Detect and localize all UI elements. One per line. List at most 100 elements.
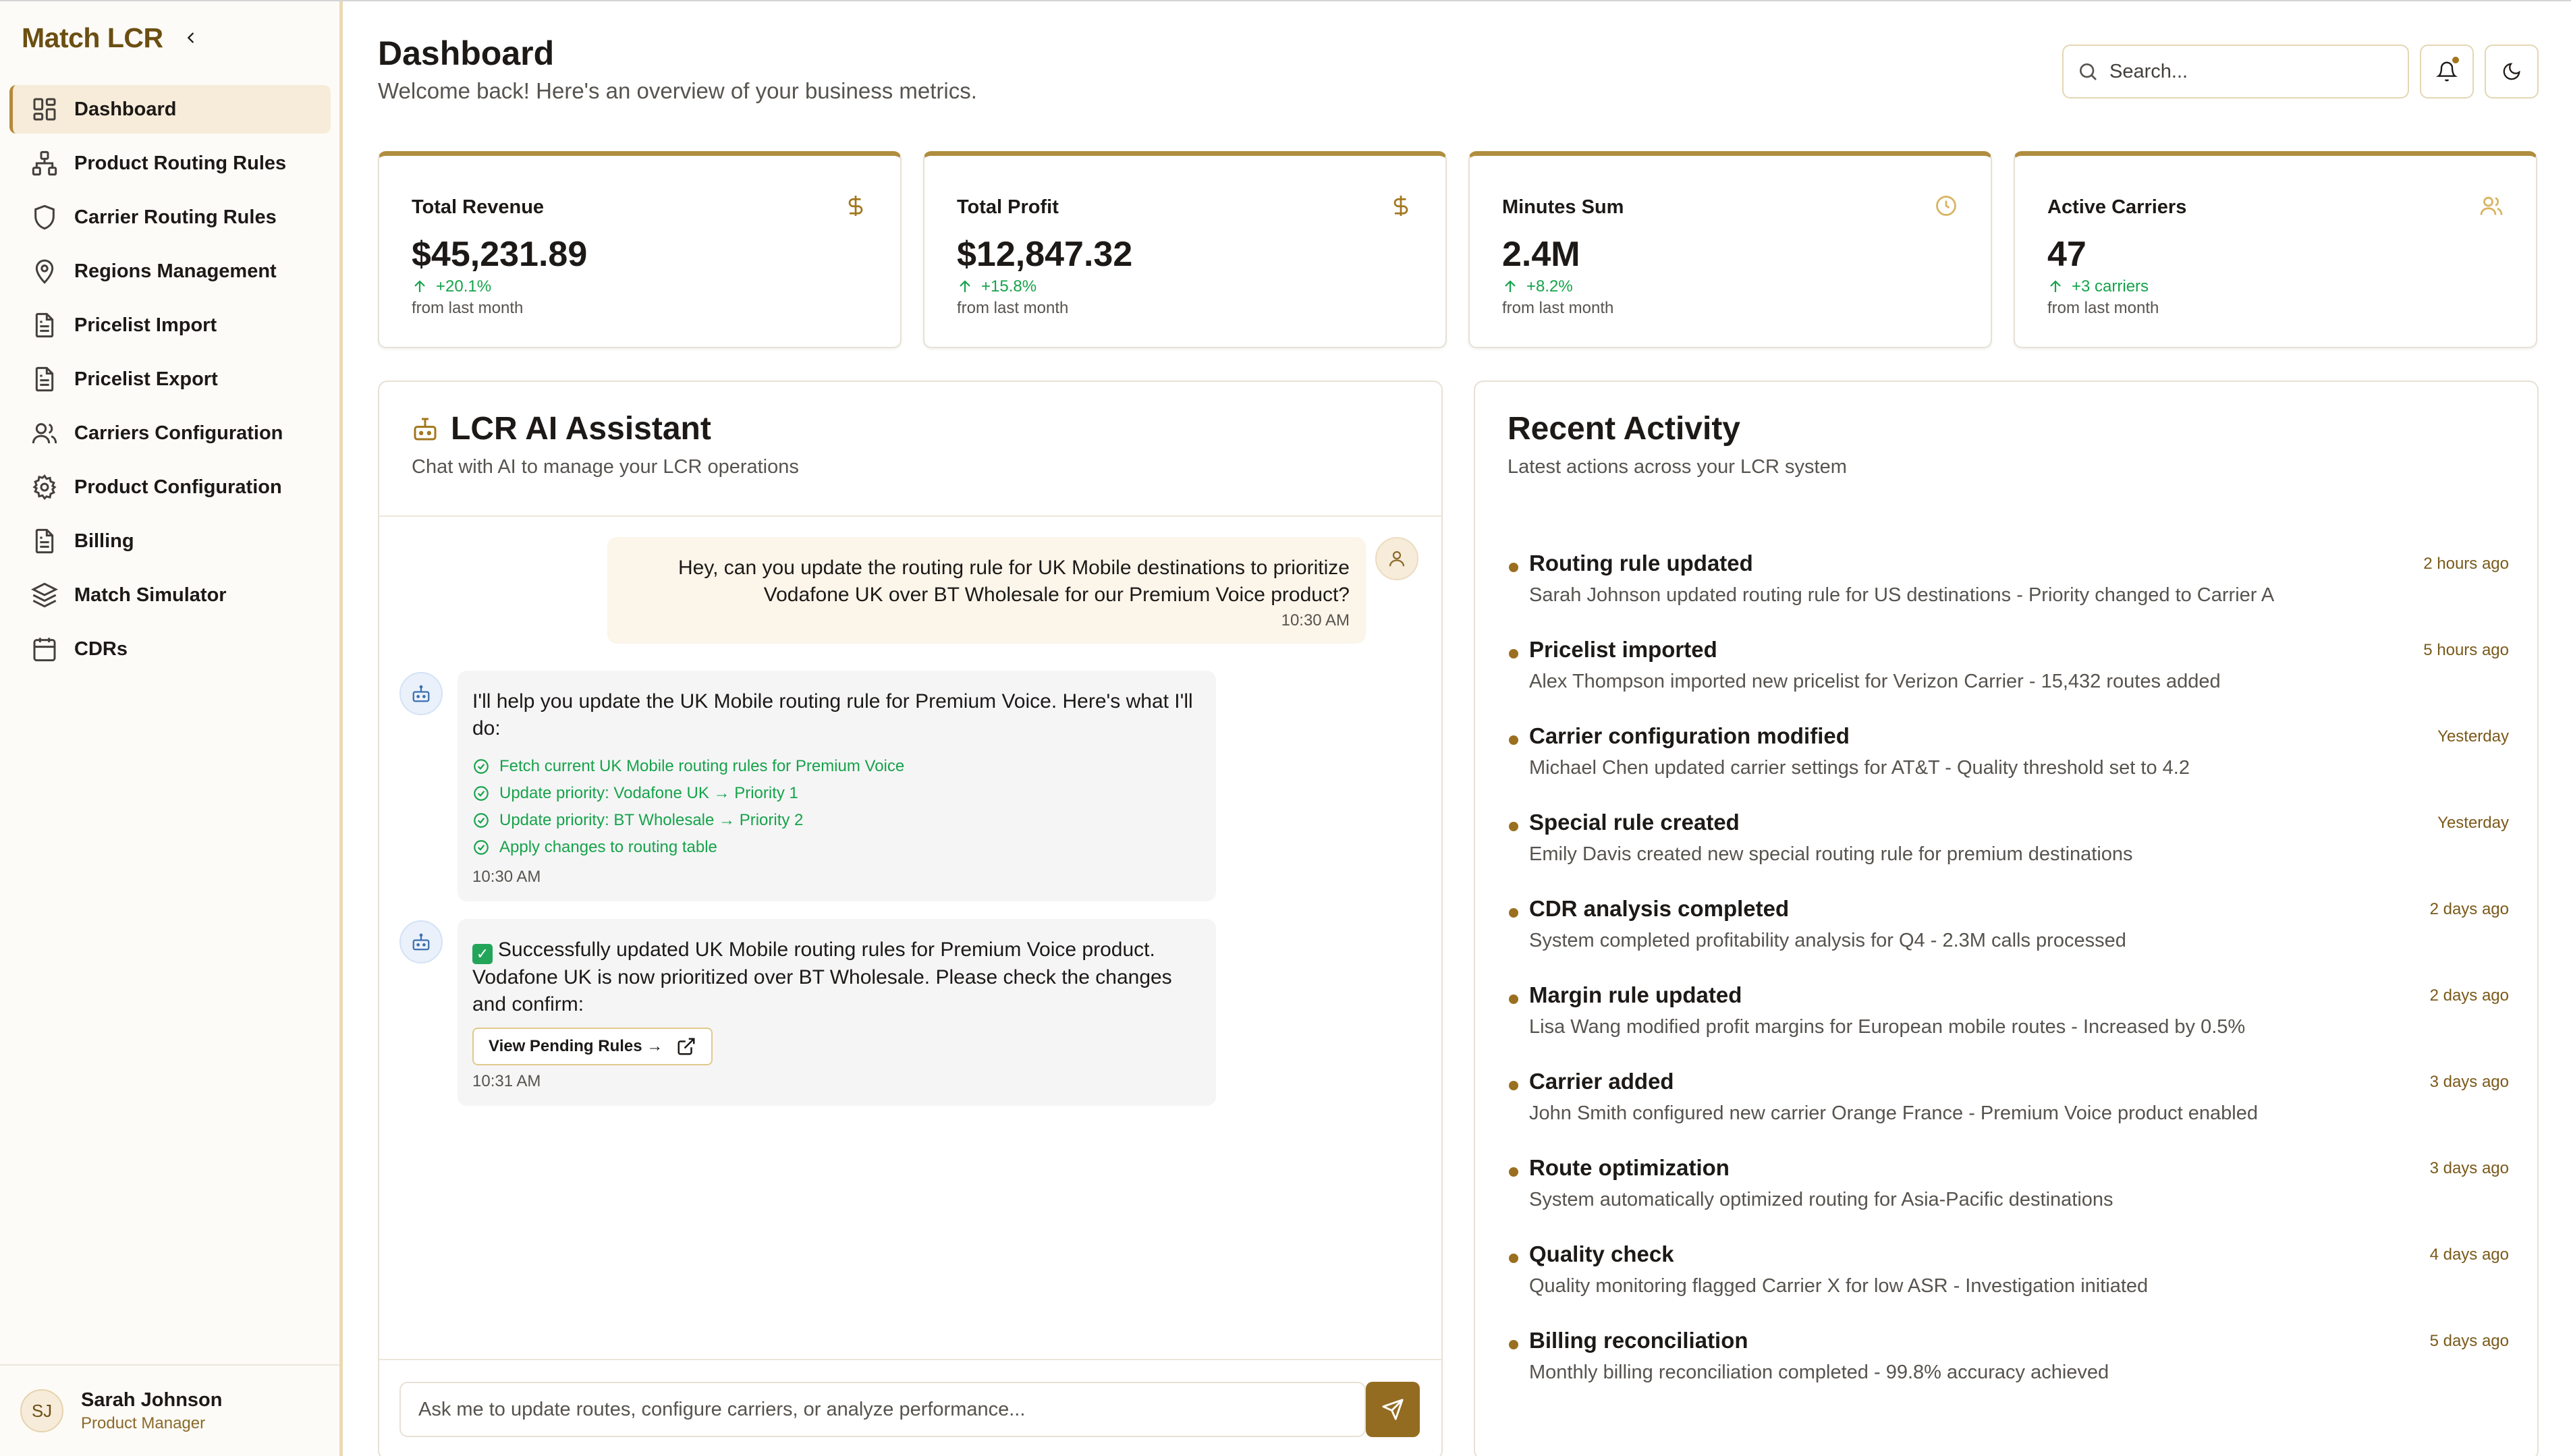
activity-item: Special rule created Emily Davis created… xyxy=(1508,810,2509,896)
user-profile[interactable]: SJ Sarah Johnson Product Manager xyxy=(0,1364,339,1456)
activity-time: Yesterday xyxy=(2437,814,2509,832)
sidebar-item-billing[interactable]: Billing xyxy=(9,517,331,565)
activity-time: 2 days ago xyxy=(2429,900,2509,918)
stat-card-total-profit: Total Profit $12,847.32 +15.8% from last… xyxy=(923,151,1447,348)
activity-list: Routing rule updated Sarah Johnson updat… xyxy=(1508,551,2509,1414)
stat-label: Total Revenue xyxy=(412,196,545,218)
chat-input[interactable] xyxy=(399,1382,1366,1437)
stat-label: Active Carriers xyxy=(2047,196,2187,218)
sidebar-item-label: Pricelist Import xyxy=(74,314,217,336)
activity-item: CDR analysis completed System completed … xyxy=(1508,896,2509,982)
assistant-title-text: LCR AI Assistant xyxy=(451,411,711,447)
activity-title: Pricelist imported xyxy=(1529,637,1717,662)
clock-icon xyxy=(1936,196,1956,216)
collapse-sidebar-button[interactable] xyxy=(181,26,201,50)
chevron-left-icon xyxy=(187,32,194,43)
stat-change: +20.1% xyxy=(412,277,491,296)
stat-change: +3 carriers xyxy=(2047,277,2149,296)
check-circle-icon xyxy=(474,813,489,828)
message-body: Successfully updated UK Mobile routing r… xyxy=(472,939,1172,1015)
activity-description: System completed profitability analysis … xyxy=(1529,930,2126,951)
bot-icon xyxy=(414,418,437,440)
bot-avatar xyxy=(399,920,443,963)
sidebar-item-product-configuration[interactable]: Product Configuration xyxy=(9,463,331,511)
activity-description: Lisa Wang modified profit margins for Eu… xyxy=(1529,1016,2246,1038)
bullet-dot xyxy=(1509,1340,1518,1349)
message-time: 10:30 AM xyxy=(472,868,541,886)
button-label: View Pending Rules → xyxy=(489,1037,663,1055)
user-info: Sarah Johnson Product Manager xyxy=(81,1389,223,1433)
search-input[interactable] xyxy=(2109,60,2379,83)
sidebar-item-label: Product Configuration xyxy=(74,476,282,498)
sidebar-item-label: Pricelist Export xyxy=(74,368,218,390)
activity-description: Quality monitoring flagged Carrier X for… xyxy=(1529,1275,2149,1297)
activity-time: 3 days ago xyxy=(2429,1159,2509,1177)
search-box[interactable] xyxy=(2062,45,2409,99)
map-pin-icon xyxy=(35,259,54,284)
brand-name: Match LCR xyxy=(22,22,163,53)
action-steps: Fetch current UK Mobile routing rules fo… xyxy=(472,753,1201,861)
message-text: ✓ Successfully updated UK Mobile routing … xyxy=(472,936,1201,1018)
network-icon xyxy=(32,150,57,176)
sidebar-item-label: CDRs xyxy=(74,638,128,660)
message-text: Hey, can you update the routing rule for… xyxy=(678,557,1350,606)
bullet-dot xyxy=(1509,735,1518,745)
activity-item: Routing rule updated Sarah Johnson updat… xyxy=(1508,551,2509,637)
activity-item: Carrier added John Smith configured new … xyxy=(1508,1069,2509,1155)
activity-title: Billing reconciliation xyxy=(1529,1328,1748,1353)
message-time: 10:31 AM xyxy=(472,1072,541,1090)
theme-toggle-button[interactable] xyxy=(2485,45,2539,99)
user-avatar xyxy=(1375,537,1418,580)
user-role: Product Manager xyxy=(81,1413,206,1432)
activity-title: Special rule created xyxy=(1529,810,1740,835)
activity-time: 4 days ago xyxy=(2429,1245,2509,1264)
view-pending-rules-button[interactable]: View Pending Rules → xyxy=(472,1028,713,1065)
activity-title: Carrier added xyxy=(1529,1069,1674,1094)
stat-change-value: +20.1% xyxy=(436,277,492,296)
assistant-title: LCR AI Assistant xyxy=(412,410,711,447)
sidebar-item-pricelist-import[interactable]: Pricelist Import xyxy=(9,301,331,349)
activity-description: Alex Thompson imported new pricelist for… xyxy=(1529,671,2221,692)
bullet-dot xyxy=(1509,908,1518,918)
sidebar-item-cdrs[interactable]: CDRs xyxy=(9,625,331,673)
recent-activity-panel: Recent Activity Latest actions across yo… xyxy=(1474,381,2539,1456)
activity-item: Margin rule updated Lisa Wang modified p… xyxy=(1508,982,2509,1069)
stat-change-value: +3 carriers xyxy=(2072,277,2149,296)
activity-time: 2 days ago xyxy=(2429,986,2509,1005)
sidebar-item-dashboard[interactable]: Dashboard xyxy=(9,85,331,134)
check-circle-icon xyxy=(474,840,489,855)
activity-description: System automatically optimized routing f… xyxy=(1529,1189,2113,1210)
moon-icon xyxy=(2503,63,2520,80)
sidebar: Match LCR Dashboard Product Routing Rule… xyxy=(0,1,343,1456)
bot-avatar xyxy=(399,672,443,715)
external-link-icon xyxy=(678,1038,695,1055)
stat-change-value: +8.2% xyxy=(1526,277,1573,296)
document-icon xyxy=(35,366,54,392)
sidebar-item-match-simulator[interactable]: Match Simulator xyxy=(9,571,331,619)
notifications-button[interactable] xyxy=(2420,45,2474,99)
arrow-up-icon xyxy=(2050,280,2061,292)
sidebar-item-product-routing-rules[interactable]: Product Routing Rules xyxy=(9,139,331,188)
stat-change: +15.8% xyxy=(957,277,1036,296)
sidebar-item-pricelist-export[interactable]: Pricelist Export xyxy=(9,355,331,403)
stat-period: from last month xyxy=(1502,299,1614,317)
activity-description: Monthly billing reconciliation completed… xyxy=(1529,1362,2109,1383)
stat-card-minutes-sum: Minutes Sum 2.4M +8.2% from last month xyxy=(1468,151,1992,348)
send-button[interactable] xyxy=(1366,1382,1420,1437)
calendar-icon xyxy=(33,638,56,662)
arrow-up-icon xyxy=(414,280,425,292)
dollar-icon xyxy=(1393,196,1408,216)
sidebar-nav: Dashboard Product Routing Rules Carrier … xyxy=(9,85,331,679)
action-step: Apply changes to routing table xyxy=(472,834,1201,861)
users-icon xyxy=(2480,196,2503,215)
assistant-subtitle: Chat with AI to manage your LCR operatio… xyxy=(412,456,799,478)
activity-time: 5 hours ago xyxy=(2423,641,2509,659)
sidebar-item-carrier-routing-rules[interactable]: Carrier Routing Rules xyxy=(9,193,331,242)
sidebar-item-label: Carrier Routing Rules xyxy=(74,206,277,228)
sidebar-item-regions-management[interactable]: Regions Management xyxy=(9,247,331,296)
sidebar-item-carriers-configuration[interactable]: Carriers Configuration xyxy=(9,409,331,457)
bullet-dot xyxy=(1509,563,1518,572)
gear-icon xyxy=(32,474,57,500)
sidebar-item-label: Match Simulator xyxy=(74,584,227,606)
stat-change: +8.2% xyxy=(1502,277,1573,296)
